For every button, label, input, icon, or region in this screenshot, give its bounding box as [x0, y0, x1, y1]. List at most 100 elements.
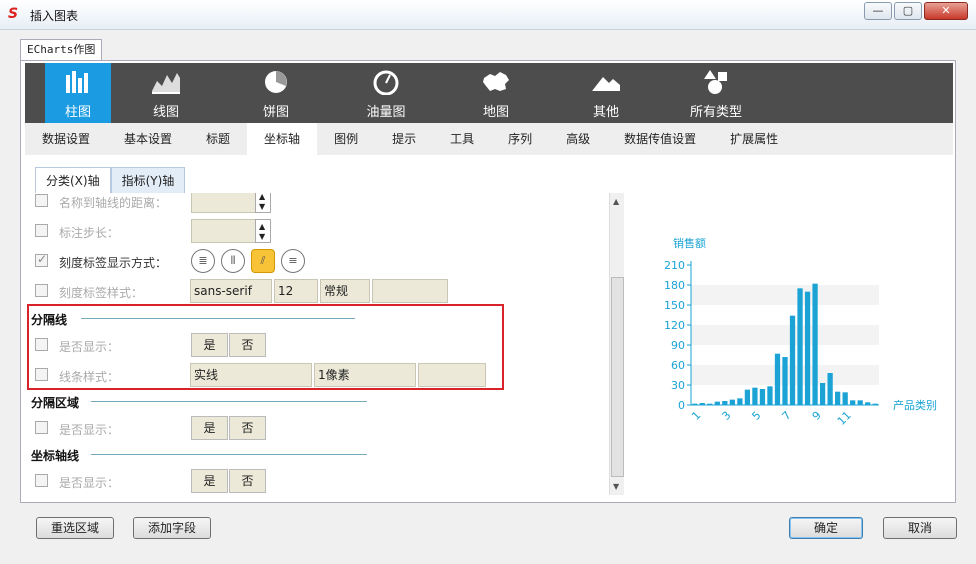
y-tick-label: 60 [671, 359, 685, 372]
chart-type-label: 地图 [482, 105, 509, 120]
tab-series[interactable]: 序列 [491, 123, 549, 155]
name-distance-checkbox[interactable] [35, 194, 48, 207]
tick-label-display-checkbox[interactable] [35, 252, 48, 267]
label-step-checkbox[interactable] [35, 224, 48, 237]
wrapped-label-icon[interactable]: ≡ [281, 249, 305, 273]
maximize-button[interactable]: ▢ [894, 2, 922, 20]
split-line-yes-button[interactable]: 是 [191, 333, 228, 357]
chart-preview: 销售额产品类别 0 30 60 90 120 150 180 210 1 3 5 7 9 11 [664, 236, 937, 428]
axis-line-show-checkbox[interactable] [35, 474, 48, 487]
split-line-no-button[interactable]: 否 [229, 333, 266, 357]
y-tick-label: 30 [671, 379, 685, 392]
y-axis-title: 销售额 [673, 236, 706, 250]
font-weight-select[interactable]: 常规 [320, 279, 370, 303]
tab-data-settings[interactable]: 数据设置 [25, 123, 107, 155]
chart-type-bar: 柱图 线图 饼图 油量图 地图 其他 所有类型 [25, 63, 953, 123]
scroll-down-icon[interactable]: ▼ [613, 482, 619, 491]
settings-tabs: 数据设置 基本设置 标题 坐标轴 图例 提示 工具 序列 高级 数据传值设置 扩… [25, 123, 953, 155]
row-split-line-show: 是否显示： 是 否 [25, 333, 615, 359]
row-split-area-show: 是否显示： 是 否 [25, 416, 615, 442]
add-field-button[interactable]: 添加字段 [133, 517, 211, 539]
axis-line-yes-button[interactable]: 是 [191, 469, 228, 493]
y-tick-label: 150 [664, 299, 685, 312]
name-distance-spinner[interactable]: ▲ ▼ [255, 193, 271, 213]
split-line-show-label: 是否显示： [59, 340, 120, 354]
y-tick-label: 90 [671, 339, 685, 352]
y-tick-label: 180 [664, 279, 685, 292]
minimize-button[interactable]: — [864, 2, 892, 20]
tab-extended-properties[interactable]: 扩展属性 [713, 123, 795, 155]
split-area-show-checkbox[interactable] [35, 421, 48, 434]
chart-type-gauge[interactable]: 油量图 [331, 63, 441, 123]
ok-button[interactable]: 确定 [789, 517, 863, 539]
window-controls: — ▢ ✕ [864, 2, 968, 20]
font-size-select[interactable]: 12 [274, 279, 318, 303]
tab-title[interactable]: 标题 [189, 123, 247, 155]
split-line-style-checkbox[interactable] [35, 368, 48, 381]
tick-label-style-checkbox[interactable] [35, 284, 48, 297]
bar [699, 403, 705, 405]
bar [737, 398, 743, 405]
tab-echarts[interactable]: ECharts作图 [20, 39, 103, 61]
bar [789, 315, 796, 405]
name-distance-input[interactable] [191, 193, 257, 213]
form-scrollbar[interactable]: ▲ ▼ [609, 193, 624, 495]
row-axis-line-show: 是否显示： 是 否 [25, 469, 615, 495]
label-step-input[interactable] [191, 219, 257, 243]
name-distance-label: 名称到轴线的距离： [59, 196, 168, 210]
chart-type-pie[interactable]: 饼图 [221, 63, 331, 123]
cancel-button[interactable]: 取消 [883, 517, 957, 539]
section-divider [91, 454, 367, 455]
line-width-select[interactable]: 1像素 [314, 363, 416, 387]
chart-type-map[interactable]: 地图 [441, 63, 551, 123]
label-step-spinner[interactable]: ▲ ▼ [255, 219, 271, 243]
font-color-select[interactable] [372, 279, 448, 303]
bar [782, 357, 788, 405]
font-family-select[interactable]: sans-serif [190, 279, 272, 303]
tick-label-style-label: 刻度标签样式： [59, 286, 144, 300]
close-button[interactable]: ✕ [924, 2, 968, 20]
bar [729, 399, 735, 405]
chart-type-label: 饼图 [262, 105, 289, 120]
y-tick-label: 120 [664, 319, 685, 332]
horizontal-label-icon[interactable]: ≣ [191, 249, 215, 273]
scroll-thumb[interactable] [611, 277, 624, 477]
vertical-label-icon[interactable]: ⦀ [221, 249, 245, 273]
chart-type-line[interactable]: 线图 [111, 63, 221, 123]
tab-y-axis[interactable]: 指标(Y)轴 [110, 167, 186, 193]
tab-basic-settings[interactable]: 基本设置 [107, 123, 189, 155]
tab-x-axis[interactable]: 分类(X)轴 [35, 167, 111, 193]
tab-tools[interactable]: 工具 [433, 123, 491, 155]
bar [872, 403, 878, 405]
bar [804, 291, 811, 405]
tab-axis[interactable]: 坐标轴 [247, 123, 318, 155]
x-axis-title: 产品类别 [893, 398, 937, 412]
row-name-distance: 名称到轴线的距离： ▲ ▼ [25, 193, 615, 215]
slanted-label-icon[interactable]: ⫽ [251, 249, 275, 273]
chart-type-other[interactable]: 其他 [551, 63, 661, 123]
x-tick-label: 9 [810, 409, 824, 423]
reselect-area-button[interactable]: 重选区域 [36, 517, 114, 539]
tab-legend[interactable]: 图例 [317, 123, 375, 155]
line-type-select[interactable]: 实线 [190, 363, 312, 387]
bar [835, 391, 841, 405]
title-bar: S 插入图表 — ▢ ✕ [0, 0, 976, 30]
label-step-label: 标注步长： [59, 226, 120, 240]
map-icon [483, 72, 509, 91]
y-tick-label: 210 [664, 259, 685, 272]
x-tick-label: 7 [780, 409, 794, 423]
split-area-yes-button[interactable]: 是 [191, 416, 228, 440]
row-label-step: 标注步长： ▲ ▼ [25, 219, 615, 245]
tab-data-passing[interactable]: 数据传值设置 [607, 123, 713, 155]
split-area-no-button[interactable]: 否 [229, 416, 266, 440]
axis-line-no-button[interactable]: 否 [229, 469, 266, 493]
tab-tooltip[interactable]: 提示 [375, 123, 433, 155]
split-line-show-checkbox[interactable] [35, 338, 48, 351]
tab-advanced[interactable]: 高级 [549, 123, 607, 155]
line-color-select[interactable] [418, 363, 486, 387]
chart-type-all[interactable]: 所有类型 [661, 63, 771, 123]
grid-band [691, 285, 879, 305]
scroll-up-icon[interactable]: ▲ [613, 197, 619, 206]
main-panel: 柱图 线图 饼图 油量图 地图 其他 所有类型 数据设置 基本设置 标题 坐标轴… [20, 60, 956, 503]
chart-type-bar-chart[interactable]: 柱图 [45, 63, 111, 123]
